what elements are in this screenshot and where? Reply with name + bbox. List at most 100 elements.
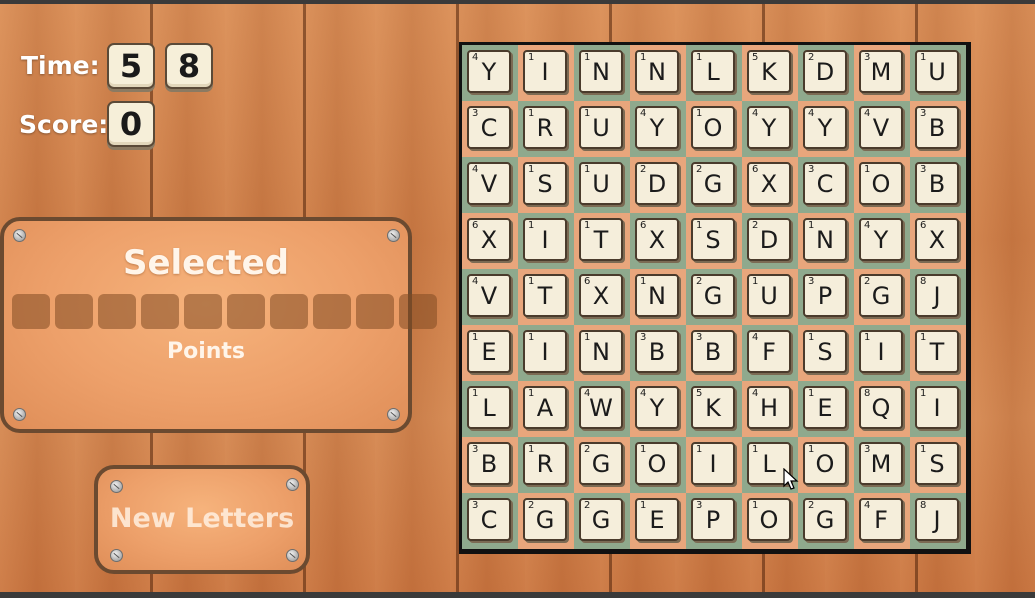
letter-tile[interactable]: 1T [915, 330, 959, 373]
letter-tile[interactable]: 2D [747, 218, 791, 261]
letter-tile[interactable]: 3P [803, 274, 847, 317]
letter-tile[interactable]: 1N [635, 274, 679, 317]
letter-tile[interactable]: 4Y [747, 106, 791, 149]
letter-tile[interactable]: 8J [915, 274, 959, 317]
letter-tile[interactable]: 3B [915, 106, 959, 149]
new-letters-button[interactable]: New Letters [94, 465, 310, 574]
letter-tile[interactable]: 1I [691, 442, 735, 485]
letter-tile[interactable]: 4V [467, 162, 511, 205]
letter-tile[interactable]: 4H [747, 386, 791, 429]
letter-tile[interactable]: 1N [635, 50, 679, 93]
letter-tile[interactable]: 1U [579, 162, 623, 205]
letter-tile[interactable]: 2G [803, 498, 847, 541]
letter-tile[interactable]: 4V [467, 274, 511, 317]
letter-tile[interactable]: 1N [579, 50, 623, 93]
letter-tile[interactable]: 1A [523, 386, 567, 429]
board-cell: 2G [574, 493, 630, 549]
letter-tile[interactable]: 1S [523, 162, 567, 205]
board-cell: 1E [798, 381, 854, 437]
letter-tile[interactable]: 4Y [859, 218, 903, 261]
letter-tile[interactable]: 2G [691, 162, 735, 205]
letter-tile[interactable]: 1E [467, 330, 511, 373]
letter-tile[interactable]: 5K [691, 386, 735, 429]
tile-letter: H [759, 393, 779, 422]
letter-tile[interactable]: 6X [915, 218, 959, 261]
letter-tile[interactable]: 1I [523, 330, 567, 373]
letter-tile[interactable]: 1R [523, 106, 567, 149]
tile-letter: G [871, 281, 891, 310]
board-cell: 1O [798, 437, 854, 493]
letter-tile[interactable]: 1N [579, 330, 623, 373]
tile-points: 3 [808, 164, 815, 175]
letter-tile[interactable]: 2G [859, 274, 903, 317]
letter-tile[interactable]: 3M [859, 50, 903, 93]
letter-tile[interactable]: 4Y [635, 106, 679, 149]
tile-letter: V [480, 169, 498, 198]
letter-tile[interactable]: 3M [859, 442, 903, 485]
letter-tile[interactable]: 1T [579, 218, 623, 261]
tile-letter: S [929, 449, 945, 478]
letter-tile[interactable]: 4F [747, 330, 791, 373]
letter-tile[interactable]: 1I [859, 330, 903, 373]
letter-tile[interactable]: 3C [467, 498, 511, 541]
letter-tile[interactable]: 1S [803, 330, 847, 373]
letter-tile[interactable]: 1U [747, 274, 791, 317]
tile-points: 8 [920, 500, 927, 511]
tile-letter: R [536, 113, 554, 142]
letter-tile[interactable]: 2D [803, 50, 847, 93]
letter-tile[interactable]: 1U [579, 106, 623, 149]
board-cell: 3C [798, 157, 854, 213]
letter-tile[interactable]: 1I [523, 50, 567, 93]
board-cell: 2G [686, 157, 742, 213]
letter-tile[interactable]: 1E [803, 386, 847, 429]
letter-tile[interactable]: 2G [691, 274, 735, 317]
letter-tile[interactable]: 1O [803, 442, 847, 485]
letter-tile[interactable]: 1R [523, 442, 567, 485]
letter-tile[interactable]: 6X [579, 274, 623, 317]
letter-tile[interactable]: 1L [467, 386, 511, 429]
letter-tile[interactable]: 1I [915, 386, 959, 429]
letter-tile[interactable]: 8Q [859, 386, 903, 429]
letter-tile[interactable]: 3B [691, 330, 735, 373]
letter-tile[interactable]: 5K [747, 50, 791, 93]
letter-tile[interactable]: 1T [523, 274, 567, 317]
tile-points: 1 [528, 332, 535, 343]
letter-tile[interactable]: 6X [467, 218, 511, 261]
letter-tile[interactable]: 3P [691, 498, 735, 541]
letter-tile[interactable]: 1L [691, 50, 735, 93]
letter-tile[interactable]: 2G [579, 498, 623, 541]
letter-tile[interactable]: 1O [691, 106, 735, 149]
letter-tile[interactable]: 2D [635, 162, 679, 205]
letter-tile[interactable]: 1O [747, 498, 791, 541]
board-cell: 1I [686, 437, 742, 493]
tile-letter: T [593, 225, 609, 254]
letter-tile[interactable]: 6X [635, 218, 679, 261]
letter-tile[interactable]: 4W [579, 386, 623, 429]
letter-tile[interactable]: 1S [691, 218, 735, 261]
tile-letter: J [933, 505, 941, 534]
letter-tile[interactable]: 3C [467, 106, 511, 149]
letter-tile[interactable]: 4Y [803, 106, 847, 149]
letter-tile[interactable]: 4F [859, 498, 903, 541]
letter-tile[interactable]: 1O [635, 442, 679, 485]
letter-tile[interactable]: 3B [467, 442, 511, 485]
letter-tile[interactable]: 1E [635, 498, 679, 541]
letter-tile[interactable]: 3C [803, 162, 847, 205]
letter-tile[interactable]: 3B [915, 162, 959, 205]
letter-tile[interactable]: 8J [915, 498, 959, 541]
tile-points: 3 [864, 444, 871, 455]
board-cell: 4H [742, 381, 798, 437]
letter-tile[interactable]: 4Y [635, 386, 679, 429]
letter-tile[interactable]: 4V [859, 106, 903, 149]
letter-tile[interactable]: 1N [803, 218, 847, 261]
letter-tile[interactable]: 1U [915, 50, 959, 93]
letter-tile[interactable]: 1O [859, 162, 903, 205]
letter-tile[interactable]: 4Y [467, 50, 511, 93]
letter-tile[interactable]: 1I [523, 218, 567, 261]
letter-tile[interactable]: 3B [635, 330, 679, 373]
board-cell: 4W [574, 381, 630, 437]
letter-tile[interactable]: 6X [747, 162, 791, 205]
letter-tile[interactable]: 2G [579, 442, 623, 485]
letter-tile[interactable]: 1S [915, 442, 959, 485]
letter-tile[interactable]: 2G [523, 498, 567, 541]
